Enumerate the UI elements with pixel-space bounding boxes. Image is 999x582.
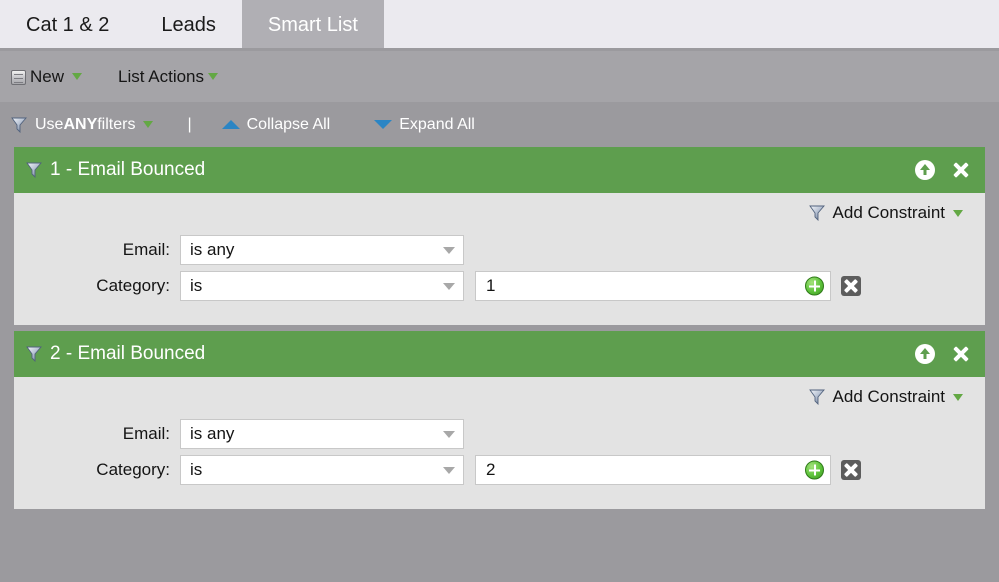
tab-bar: Cat 1 & 2 Leads Smart List (0, 0, 999, 51)
triangle-down-icon (374, 120, 393, 129)
filter-panel-title: 2 - Email Bounced (50, 343, 206, 364)
filter-panel-header-actions (915, 344, 971, 364)
add-constraint-row: Add Constraint (14, 387, 985, 407)
use-filters-prefix: Use (35, 115, 64, 133)
tab-leads[interactable]: Leads (135, 0, 242, 51)
email-label: Email: (122, 424, 170, 443)
close-icon[interactable] (951, 344, 971, 364)
category-value-text: 2 (486, 460, 496, 479)
email-field-row: Email: is any (14, 419, 985, 449)
email-label: Email: (122, 240, 170, 259)
funnel-icon (26, 346, 43, 362)
chevron-down-icon[interactable] (953, 393, 963, 401)
category-label: Category: (96, 276, 170, 295)
add-constraint-label: Add Constraint (832, 203, 945, 222)
category-value-wrap: 1 (475, 271, 831, 301)
new-button[interactable]: New (11, 66, 83, 87)
category-operator-value: is (190, 276, 203, 295)
filter-panel-header-actions (915, 160, 971, 180)
category-value-input[interactable]: 1 (475, 271, 831, 301)
chevron-down-icon[interactable] (953, 209, 963, 217)
chevron-down-icon (443, 430, 455, 438)
tab-cat-1-and-2[interactable]: Cat 1 & 2 (0, 0, 136, 51)
filter-option-bar: Use ANY filters | Collapse All Expand Al… (0, 102, 999, 147)
category-value-text: 1 (486, 276, 496, 295)
add-constraint-button[interactable]: Add Constraint (808, 387, 963, 407)
filter-panel: 1 - Email Bounced Add Constraint Email: … (14, 147, 985, 325)
add-constraint-row: Add Constraint (14, 203, 985, 223)
collapse-panel-icon[interactable] (915, 160, 935, 180)
action-toolbar: New List Actions (0, 51, 999, 102)
filter-panel-header: 2 - Email Bounced (14, 331, 985, 377)
category-value-input[interactable]: 2 (475, 455, 831, 485)
tab-label: Leads (161, 14, 216, 36)
use-filters-suffix: filters (97, 115, 136, 133)
new-button-label: New (30, 66, 65, 86)
tab-label: Smart List (267, 14, 358, 36)
filter-panel-body: Add Constraint Email: is any Category: i… (14, 193, 985, 325)
add-constraint-button[interactable]: Add Constraint (808, 203, 963, 223)
collapse-panel-icon[interactable] (915, 344, 935, 364)
funnel-icon (26, 162, 43, 178)
chevron-down-icon[interactable] (208, 73, 219, 80)
category-operator-value: is (190, 460, 203, 479)
tab-bar-filler (383, 0, 999, 51)
tab-smart-list[interactable]: Smart List (241, 0, 384, 51)
chevron-down-icon (443, 466, 455, 474)
email-field-row: Email: is any (14, 235, 985, 265)
collapse-all-button[interactable]: Collapse All (221, 115, 331, 134)
category-operator-select[interactable]: is (180, 271, 464, 301)
add-value-icon[interactable] (805, 460, 824, 480)
category-operator-select[interactable]: is (180, 455, 464, 485)
filter-panel: 2 - Email Bounced Add Constraint Email: … (14, 331, 985, 509)
collapse-all-label: Collapse All (246, 115, 331, 133)
email-operator-value: is any (190, 424, 235, 443)
filter-panel-header: 1 - Email Bounced (14, 147, 985, 193)
email-operator-select[interactable]: is any (180, 419, 464, 449)
funnel-icon (11, 117, 28, 133)
expand-all-button[interactable]: Expand All (374, 116, 475, 134)
chevron-down-icon[interactable] (143, 121, 154, 128)
close-icon[interactable] (951, 160, 971, 180)
remove-value-icon[interactable] (841, 276, 861, 296)
filter-panel-title-group: 2 - Email Bounced (26, 343, 915, 365)
separator: | (187, 115, 192, 133)
tab-label: Cat 1 & 2 (26, 14, 110, 36)
list-actions-label: List Actions (118, 66, 205, 86)
filter-panel-title-group: 1 - Email Bounced (26, 159, 915, 181)
category-field-row: Category: is 2 (14, 455, 985, 485)
filter-panel-body: Add Constraint Email: is any Category: i… (14, 377, 985, 509)
add-value-icon[interactable] (805, 276, 824, 296)
remove-value-icon[interactable] (841, 460, 861, 480)
use-filters-emphasis: ANY (63, 115, 98, 133)
expand-all-label: Expand All (399, 115, 475, 133)
funnel-icon (808, 205, 826, 221)
use-any-filters-button[interactable]: Use ANY filters (11, 115, 154, 134)
database-icon (11, 68, 26, 86)
category-field-row: Category: is 1 (14, 271, 985, 301)
email-operator-value: is any (190, 240, 235, 259)
chevron-down-icon[interactable] (72, 73, 83, 80)
list-actions-button[interactable]: List Actions (118, 66, 219, 87)
category-label: Category: (96, 460, 170, 479)
tab-bar-underline (0, 48, 999, 51)
triangle-up-icon (221, 120, 240, 129)
email-operator-select[interactable]: is any (180, 235, 464, 265)
chevron-down-icon (443, 246, 455, 254)
filter-panel-list: 1 - Email Bounced Add Constraint Email: … (0, 147, 999, 509)
chevron-down-icon (443, 282, 455, 290)
funnel-icon (808, 389, 826, 405)
filter-panel-title: 1 - Email Bounced (50, 159, 206, 180)
add-constraint-label: Add Constraint (832, 387, 945, 406)
category-value-wrap: 2 (475, 455, 831, 485)
